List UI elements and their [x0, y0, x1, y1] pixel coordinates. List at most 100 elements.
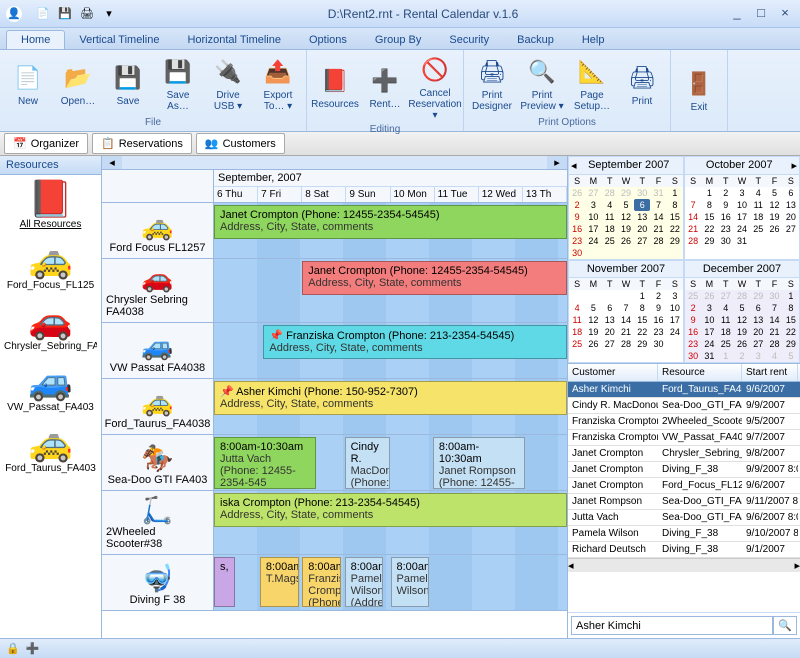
grid-row[interactable]: Franziska Crompton2Wheeled_Scooter9/5/20… — [568, 414, 800, 430]
search-icon[interactable]: 🔍 — [773, 616, 797, 635]
row-header[interactable]: 🛴2Wheeled Scooter#38 — [102, 491, 214, 554]
event[interactable]: 8:00am-T.Magsig — [260, 557, 299, 607]
cal-prev-icon[interactable]: ◂ — [571, 159, 577, 172]
row-header[interactable]: 🚕Ford Focus FL1257 — [102, 203, 214, 258]
row-header[interactable]: 🚗Chrysler Sebring FA4038 — [102, 259, 214, 322]
event[interactable]: 8:00am-Pamela Wilson (Address — [345, 557, 384, 607]
ribbon-tab-group-by[interactable]: Group By — [361, 31, 435, 49]
day-header: 12 Wed — [479, 187, 523, 202]
pagesetup-button[interactable]: 📐Page Setup… — [568, 52, 616, 116]
saveas-button[interactable]: 💾Save As… — [154, 52, 202, 116]
track[interactable]: 8:00am-10:30amJutta Vach (Phone: 12455-2… — [214, 435, 567, 490]
qat-save-icon[interactable]: 💾 — [56, 5, 74, 23]
print-button[interactable]: 🖨Print — [618, 52, 666, 116]
ribbon-tab-vertical-timeline[interactable]: Vertical Timeline — [65, 31, 173, 49]
ribbon-tab-options[interactable]: Options — [295, 31, 361, 49]
track[interactable]: Janet Crompton (Phone: 12455-2354-54545)… — [214, 259, 567, 322]
rent-icon: ➕ — [369, 65, 401, 97]
row-header[interactable]: 🤿Diving F 38 — [102, 555, 214, 610]
cancel-icon: 🚫 — [419, 54, 451, 86]
open-icon: 📂 — [62, 62, 94, 94]
cancel-button[interactable]: 🚫Cancel Reservation ▾ — [411, 52, 459, 123]
event[interactable]: iska Crompton (Phone: 213-2354-54545)Add… — [214, 493, 567, 527]
resources-button[interactable]: 📕Resources — [311, 52, 359, 123]
track[interactable]: 📌 Asher Kimchi (Phone: 150-952-7307)Addr… — [214, 379, 567, 434]
mini-calendar[interactable]: November 2007SMTWTFS12345678910111213141… — [568, 260, 684, 363]
event[interactable]: Janet Crompton (Phone: 12455-2354-54545)… — [302, 261, 567, 295]
grid-row[interactable]: Franziska CromptonVW_Passat_FA4039/7/200… — [568, 430, 800, 446]
mini-calendar[interactable]: October 2007▸SMTWTFS12345678910111213141… — [684, 156, 800, 260]
event[interactable]: 8:00am-Franzisk Crompto (Phone: — [302, 557, 341, 607]
mini-calendar[interactable]: ◂September 2007SMTWTFS262728293031123456… — [568, 156, 684, 260]
grid-header[interactable]: Resource — [658, 364, 742, 381]
ribbon-tab-backup[interactable]: Backup — [503, 31, 568, 49]
grid-row[interactable]: Cindy R. MacDonougSea-Doo_GTI_FA49/9/200… — [568, 398, 800, 414]
ribbon-tabs: HomeVertical TimelineHorizontal Timeline… — [0, 28, 800, 50]
resource-item[interactable]: 🚕Ford_Focus_FL125 — [4, 240, 97, 291]
row-header[interactable]: 🚙VW Passat FA4038 — [102, 323, 214, 378]
resource-item[interactable]: 🚙VW_Passat_FA403 — [4, 362, 97, 413]
track[interactable]: iska Crompton (Phone: 213-2354-54545)Add… — [214, 491, 567, 554]
event[interactable]: 📌 Asher Kimchi (Phone: 150-952-7307)Addr… — [214, 381, 567, 415]
event[interactable]: 8:00am-10:30amJanet Rompson (Phone: 1245… — [433, 437, 525, 489]
exportto-button[interactable]: 📤Export To… ▾ — [254, 52, 302, 116]
event[interactable]: 8:00am-10:30amJutta Vach (Phone: 12455-2… — [214, 437, 316, 489]
track[interactable]: 📌 Franziska Crompton (Phone: 213-2354-54… — [214, 323, 567, 378]
titlebar: 👤 📄 💾 🖨 ▾ D:\Rent2.rnt - Rental Calendar… — [0, 0, 800, 28]
search-input[interactable] — [571, 616, 773, 635]
grid-row[interactable]: Janet CromptonFord_Focus_FL1259/6/2007 — [568, 478, 800, 494]
subtab-reservations[interactable]: 📋Reservations — [92, 133, 192, 154]
resource-item[interactable]: 🚗Chrysler_Sebring_FA — [4, 301, 97, 352]
open-button[interactable]: 📂Open… — [54, 52, 102, 116]
grid-row[interactable]: Janet RompsonSea-Doo_GTI_FA49/11/2007 8:… — [568, 494, 800, 510]
event[interactable]: Cindy R.MacDonoug (Phone: 123-456 — [345, 437, 391, 489]
event[interactable]: 📌 Franziska Crompton (Phone: 213-2354-54… — [263, 325, 567, 359]
track[interactable]: s, 8:00am-T.Magsig8:00am-Franzisk Crompto… — [214, 555, 567, 610]
subtab-organizer[interactable]: 📅Organizer — [4, 133, 88, 154]
app-icon[interactable]: 👤 — [6, 6, 22, 22]
close-button[interactable]: × — [776, 7, 794, 21]
ribbon-tab-security[interactable]: Security — [435, 31, 503, 49]
scroll-left-button[interactable]: ◂ — [102, 156, 122, 169]
mini-calendar[interactable]: December 2007SMTWTFS25262728293012345678… — [684, 260, 800, 363]
grid-row[interactable]: Asher KimchiFord_Taurus_FA409/6/2007 — [568, 382, 800, 398]
qat-down-icon[interactable]: ▾ — [100, 5, 118, 23]
row-header[interactable]: 🏇Sea-Doo GTI FA403 — [102, 435, 214, 490]
lock-icon[interactable]: 🔒 — [6, 642, 20, 655]
track[interactable]: Janet Crompton (Phone: 12455-2354-54545)… — [214, 203, 567, 258]
printpreview-button[interactable]: 🔍Print Preview ▾ — [518, 52, 566, 116]
ribbon-tab-horizontal-timeline[interactable]: Horizontal Timeline — [173, 31, 295, 49]
driveusb-button[interactable]: 🔌Drive USB ▾ — [204, 52, 252, 116]
resource-item[interactable]: 📕All Resources — [4, 179, 97, 230]
grid-scrollbar[interactable]: ◂▸ — [568, 558, 800, 572]
grid-row[interactable]: Janet CromptonChrysler_Sebring_F9/8/2007 — [568, 446, 800, 462]
printdesigner-button[interactable]: 🖨Print Designer — [468, 52, 516, 116]
grid-header[interactable]: Start rent — [742, 364, 798, 381]
grid-row[interactable]: Pamela WilsonDiving_F_389/10/2007 8:0 — [568, 526, 800, 542]
rent-button[interactable]: ➕Rent… — [361, 52, 409, 123]
event[interactable]: Janet Crompton (Phone: 12455-2354-54545)… — [214, 205, 567, 239]
subtab-customers[interactable]: 👥Customers — [196, 133, 285, 154]
qat-new-icon[interactable]: 📄 — [34, 5, 52, 23]
event[interactable]: 8:00am-Pamela Wilson — [391, 557, 430, 607]
new-button[interactable]: 📄New — [4, 52, 52, 116]
grid-row[interactable]: Janet CromptonDiving_F_389/9/2007 8:0 — [568, 462, 800, 478]
exit-button[interactable]: 🚪Exit — [675, 52, 723, 129]
grid-row[interactable]: Jutta VachSea-Doo_GTI_FA49/6/2007 8:0 — [568, 510, 800, 526]
ribbon-tab-home[interactable]: Home — [6, 30, 65, 49]
qat-print-icon[interactable]: 🖨 — [78, 5, 96, 23]
maximize-button[interactable]: □ — [752, 7, 770, 21]
search-row: 🔍 — [568, 612, 800, 638]
grid-header[interactable]: Customer — [568, 364, 658, 381]
ribbon-tab-help[interactable]: Help — [568, 31, 619, 49]
minimize-button[interactable]: _ — [728, 7, 746, 21]
add-icon[interactable]: ➕ — [26, 642, 40, 655]
save-button[interactable]: 💾Save — [104, 52, 152, 116]
event[interactable]: s, — [214, 557, 235, 607]
grid-row[interactable]: Richard DeutschDiving_F_389/1/2007 — [568, 542, 800, 558]
resources-icon: 📕 — [319, 65, 351, 97]
row-header[interactable]: 🚕Ford_Taurus_FA4038 — [102, 379, 214, 434]
resource-item[interactable]: 🚕Ford_Taurus_FA403 — [4, 423, 97, 474]
cal-next-icon[interactable]: ▸ — [791, 159, 797, 172]
scroll-right-button[interactable]: ▸ — [547, 156, 567, 169]
